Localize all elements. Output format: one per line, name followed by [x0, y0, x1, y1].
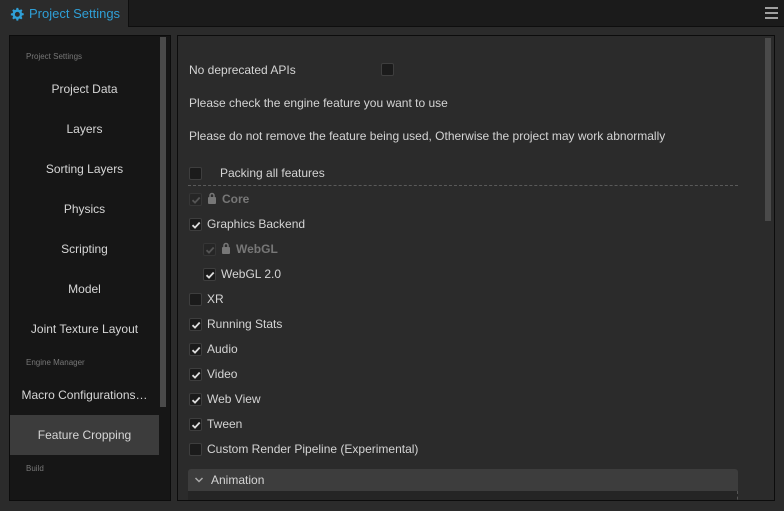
sidebar-list: Project Settings Project Data Layers Sortin… [10, 36, 159, 481]
sidebar-scrollbar[interactable] [160, 37, 166, 407]
main-scrollbar[interactable] [765, 38, 771, 221]
feature-label-text: Custom Render Pipeline (Experimental) [207, 442, 419, 456]
section-animation-header[interactable]: Animation [188, 469, 738, 491]
feature-checkbox-running-stats[interactable] [189, 318, 202, 331]
feature-label-webgl-2-0: WebGL 2.0 [221, 267, 281, 281]
feature-label-webgl: WebGL [221, 242, 278, 256]
feature-label-text: Tween [207, 417, 243, 431]
feature-label-text: XR [207, 292, 224, 306]
feature-label-text: Core [222, 192, 250, 206]
sidebar-item-joint-texture-layout[interactable]: Joint Texture Layout [10, 309, 159, 349]
divider [188, 185, 738, 186]
tab-title: Project Settings [29, 6, 121, 21]
feature-label-custom-render-pipeline-experimental: Custom Render Pipeline (Experimental) [207, 442, 418, 456]
sidebar: Project Settings Project Data Layers Sortin… [9, 35, 171, 501]
section-animation-label: Animation [211, 473, 265, 487]
checkmark-icon [205, 246, 215, 254]
feature-label-text: WebGL [236, 242, 278, 256]
feature-checkbox-web-view[interactable] [189, 393, 202, 406]
hamburger-menu-icon[interactable] [765, 7, 778, 19]
feature-checkbox-webgl [203, 243, 216, 256]
feature-label-text: Video [207, 367, 238, 381]
feature-label-web-view: Web View [207, 392, 261, 406]
no-deprecated-checkbox[interactable] [381, 63, 394, 76]
sidebar-item-scripting[interactable]: Scripting [10, 229, 159, 269]
sidebar-group-engine-manager: Engine Manager [26, 358, 85, 367]
feature-label-core: Core [207, 192, 249, 206]
feature-checkbox-audio[interactable] [189, 343, 202, 356]
feature-cropping-panel: No deprecated APIs Please check the engi… [177, 35, 775, 501]
feature-label-video: Video [207, 367, 237, 381]
feature-checkbox-graphics-backend[interactable] [189, 218, 202, 231]
section-animation-body [188, 491, 738, 500]
sidebar-group-build: Build [26, 464, 44, 473]
checkmark-icon [191, 321, 201, 329]
feature-checkbox-custom-render-pipeline-experimental[interactable] [189, 443, 202, 456]
checkmark-icon [191, 421, 201, 429]
feature-label-audio: Audio [207, 342, 238, 356]
sidebar-item-physics[interactable]: Physics [10, 189, 159, 229]
feature-checkbox-xr[interactable] [189, 293, 202, 306]
checkmark-icon [191, 196, 201, 204]
info-text-2: Please do not remove the feature being u… [189, 129, 666, 143]
sidebar-item-project-data[interactable]: Project Data [10, 69, 159, 109]
sidebar-item-macro-configurations[interactable]: Macro Configurations… [10, 375, 159, 415]
tab-project-settings[interactable]: Project Settings [0, 0, 129, 27]
feature-label-text: Running Stats [207, 317, 283, 331]
packing-all-checkbox[interactable] [189, 167, 202, 180]
sidebar-item-feature-cropping[interactable]: Feature Cropping [10, 415, 159, 455]
feature-checkbox-video[interactable] [189, 368, 202, 381]
checkmark-icon [205, 271, 215, 279]
feature-label-graphics-backend: Graphics Backend [207, 217, 305, 231]
feature-label-tween: Tween [207, 417, 242, 431]
no-deprecated-label: No deprecated APIs [189, 63, 296, 77]
lock-icon [208, 192, 216, 204]
feature-label-running-stats: Running Stats [207, 317, 282, 331]
feature-checkbox-tween[interactable] [189, 418, 202, 431]
feature-label-text: Audio [207, 342, 238, 356]
sidebar-item-layers[interactable]: Layers [10, 109, 159, 149]
sidebar-item-model[interactable]: Model [10, 269, 159, 309]
checkmark-icon [191, 346, 201, 354]
checkmark-icon [191, 221, 201, 229]
feature-label-xr: XR [207, 292, 224, 306]
gear-icon [10, 7, 24, 21]
feature-label-text: WebGL 2.0 [221, 267, 282, 281]
feature-label-text: Graphics Backend [207, 217, 306, 231]
title-bar: Project Settings [0, 0, 784, 27]
checkmark-icon [191, 396, 201, 404]
packing-all-label: Packing all features [220, 166, 325, 180]
info-text-1: Please check the engine feature you want… [189, 96, 448, 110]
checkmark-icon [191, 371, 201, 379]
sidebar-group-project-settings: Project Settings [26, 52, 83, 61]
chevron-down-icon [194, 477, 204, 483]
sidebar-item-sorting-layers[interactable]: Sorting Layers [10, 149, 159, 189]
feature-checkbox-core [189, 193, 202, 206]
feature-label-text: Web View [207, 392, 261, 406]
feature-checkbox-webgl-2-0[interactable] [203, 268, 216, 281]
lock-icon [222, 242, 230, 254]
